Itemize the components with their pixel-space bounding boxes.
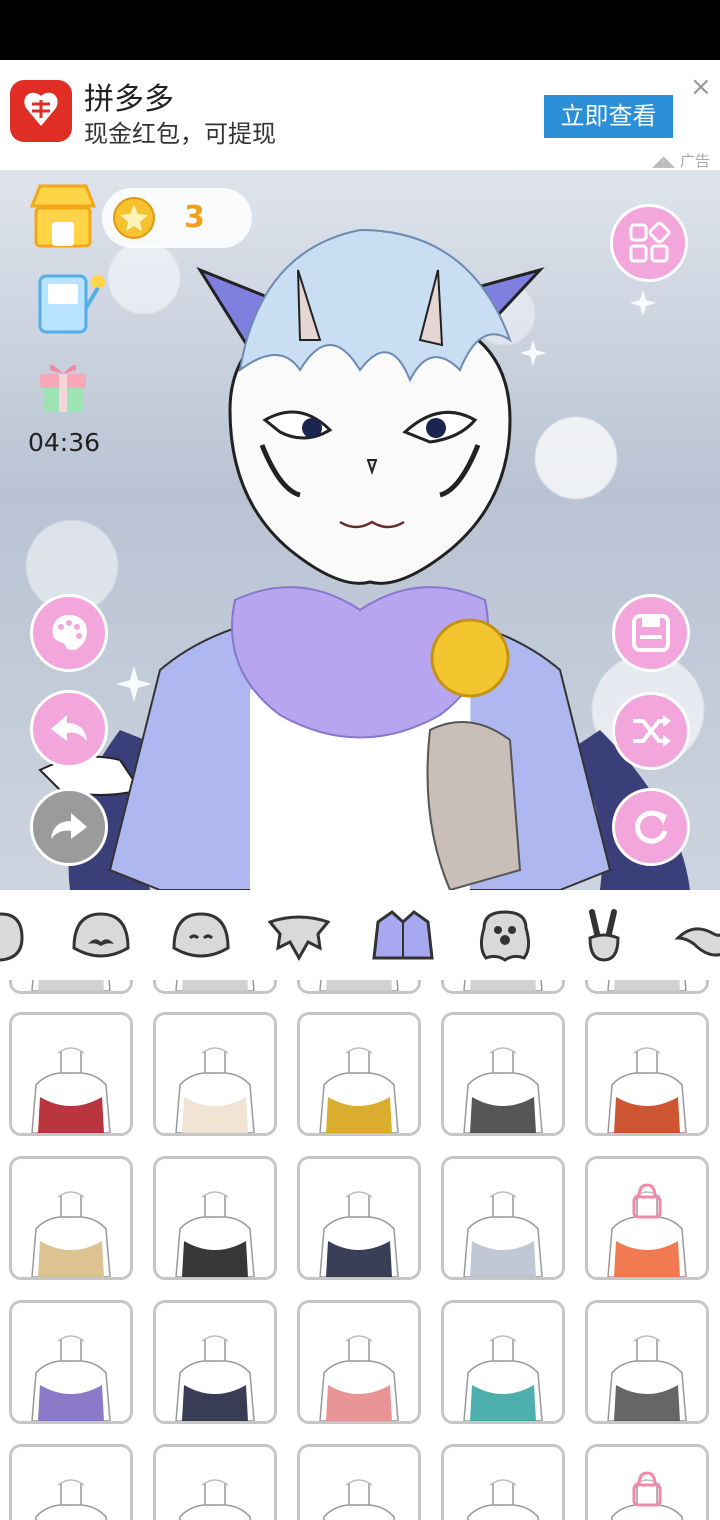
redo-arrow-icon [51,813,87,839]
status-bar [0,0,720,60]
lock-icon [607,1183,687,1277]
ad-label-text: 广告 [679,152,710,170]
head-icon[interactable] [0,908,32,964]
character-stage: 3 04:36 [0,170,720,890]
item-tile-navy-strap[interactable] [297,1444,421,1520]
item-thumbnail [463,1047,543,1133]
lock-icon [610,1471,684,1520]
item-thumbnail [319,1047,399,1133]
item-tile-tan-vest[interactable] [9,1156,133,1280]
item-thumbnail [178,1479,252,1520]
peace-hand-icon[interactable] [574,908,636,964]
palette-button[interactable] [30,594,108,672]
ad-label: ◢◣ 广告 [652,150,710,171]
item-tile-partial-item[interactable] [441,980,565,994]
item-tile-dark-top[interactable] [153,1444,277,1520]
item-thumbnail [607,980,687,991]
mustache-face-icon[interactable] [70,908,132,964]
palette-icon [52,615,87,651]
undo-button[interactable] [30,690,108,768]
item-tile-claw-scratch[interactable] [585,1300,709,1424]
shirt-icon[interactable] [372,908,434,964]
item-tile-red-top[interactable] [9,1444,133,1520]
reset-button[interactable] [612,788,690,866]
item-thumbnail [175,1047,255,1133]
item-thumbnail [31,1335,111,1421]
redo-button[interactable] [30,788,108,866]
item-thumbnail [463,980,543,991]
item-tile-partial-item[interactable] [297,980,421,994]
refresh-icon [635,810,668,844]
paw-icon[interactable] [474,908,536,964]
item-thumbnail [31,1191,111,1277]
category-bar [0,890,720,980]
shuffle-icon [633,715,671,747]
face-icon[interactable] [170,908,232,964]
item-tile-purple-crop-top[interactable] [9,1300,133,1424]
item-thumbnail [607,1047,687,1133]
item-tile-plain-skin[interactable] [441,1444,565,1520]
item-thumbnail [319,980,399,991]
ad-view-button[interactable]: 立即查看 [544,95,673,138]
item-thumbnail [34,1479,108,1520]
item-tile-navy-bandage-vest[interactable] [153,1300,277,1424]
item-tile-gold-collar[interactable] [297,1012,421,1136]
gift-icon[interactable] [36,354,90,414]
item-tile-gray-hoodie-top[interactable] [441,1156,565,1280]
item-thumbnail [175,1191,255,1277]
save-icon [632,614,670,652]
coin-counter: 3 [102,188,252,248]
item-thumbnail [607,1335,687,1421]
item-thumbnail [463,1191,543,1277]
coin-star-icon [113,197,155,239]
item-tile-partial-item[interactable] [585,980,709,994]
item-tile-red-scarf[interactable] [9,1012,133,1136]
ad-close-icon[interactable]: × [690,72,712,102]
ad-mark-icon: ◢◣ [652,152,680,170]
item-tile-black-tuxedo-vest[interactable] [153,1156,277,1280]
save-button[interactable] [612,594,690,672]
game-console-icon[interactable] [36,268,112,334]
item-thumbnail [319,1335,399,1421]
pinduoduo-logo-icon [10,80,72,142]
item-thumbnail [319,1191,399,1277]
item-thumbnail [31,1047,111,1133]
wings-icon[interactable] [268,908,330,964]
shop-icon[interactable] [29,182,97,248]
shuffle-button[interactable] [612,692,690,770]
tail-icon[interactable] [674,908,720,964]
item-thumbnail [31,980,111,991]
bonus-timer: 04:36 [28,428,101,457]
item-thumbnail [463,1335,543,1421]
ad-title: 拼多多 [84,82,174,117]
grid-icon [629,221,671,263]
item-grid [0,980,720,1520]
item-tile-fur-collar[interactable] [153,1012,277,1136]
item-tile-red-halter[interactable] [585,1012,709,1136]
gallery-button[interactable] [610,204,688,282]
ad-subtitle: 现金红包，可提现 [84,120,276,148]
ad-banner[interactable]: 拼多多 现金红包，可提现 立即查看 × ◢◣ 广告 [0,60,720,170]
item-tile-pink-x-mark[interactable] [297,1300,421,1424]
item-tile-teal-sash[interactable] [441,1300,565,1424]
item-tile-partial-item[interactable] [153,980,277,994]
item-tile-locked-scratch[interactable] [585,1156,709,1280]
item-tile-partial-item[interactable] [9,980,133,994]
item-tile-pendant-necklace[interactable] [441,1012,565,1136]
undo-arrow-icon [51,715,87,741]
item-thumbnail [175,980,255,991]
item-thumbnail [322,1479,396,1520]
item-thumbnail [175,1335,255,1421]
coin-count: 3 [184,200,205,235]
item-tile-locked-gold-top[interactable] [585,1444,709,1520]
item-thumbnail [466,1479,540,1520]
item-tile-navy-camisole[interactable] [297,1156,421,1280]
